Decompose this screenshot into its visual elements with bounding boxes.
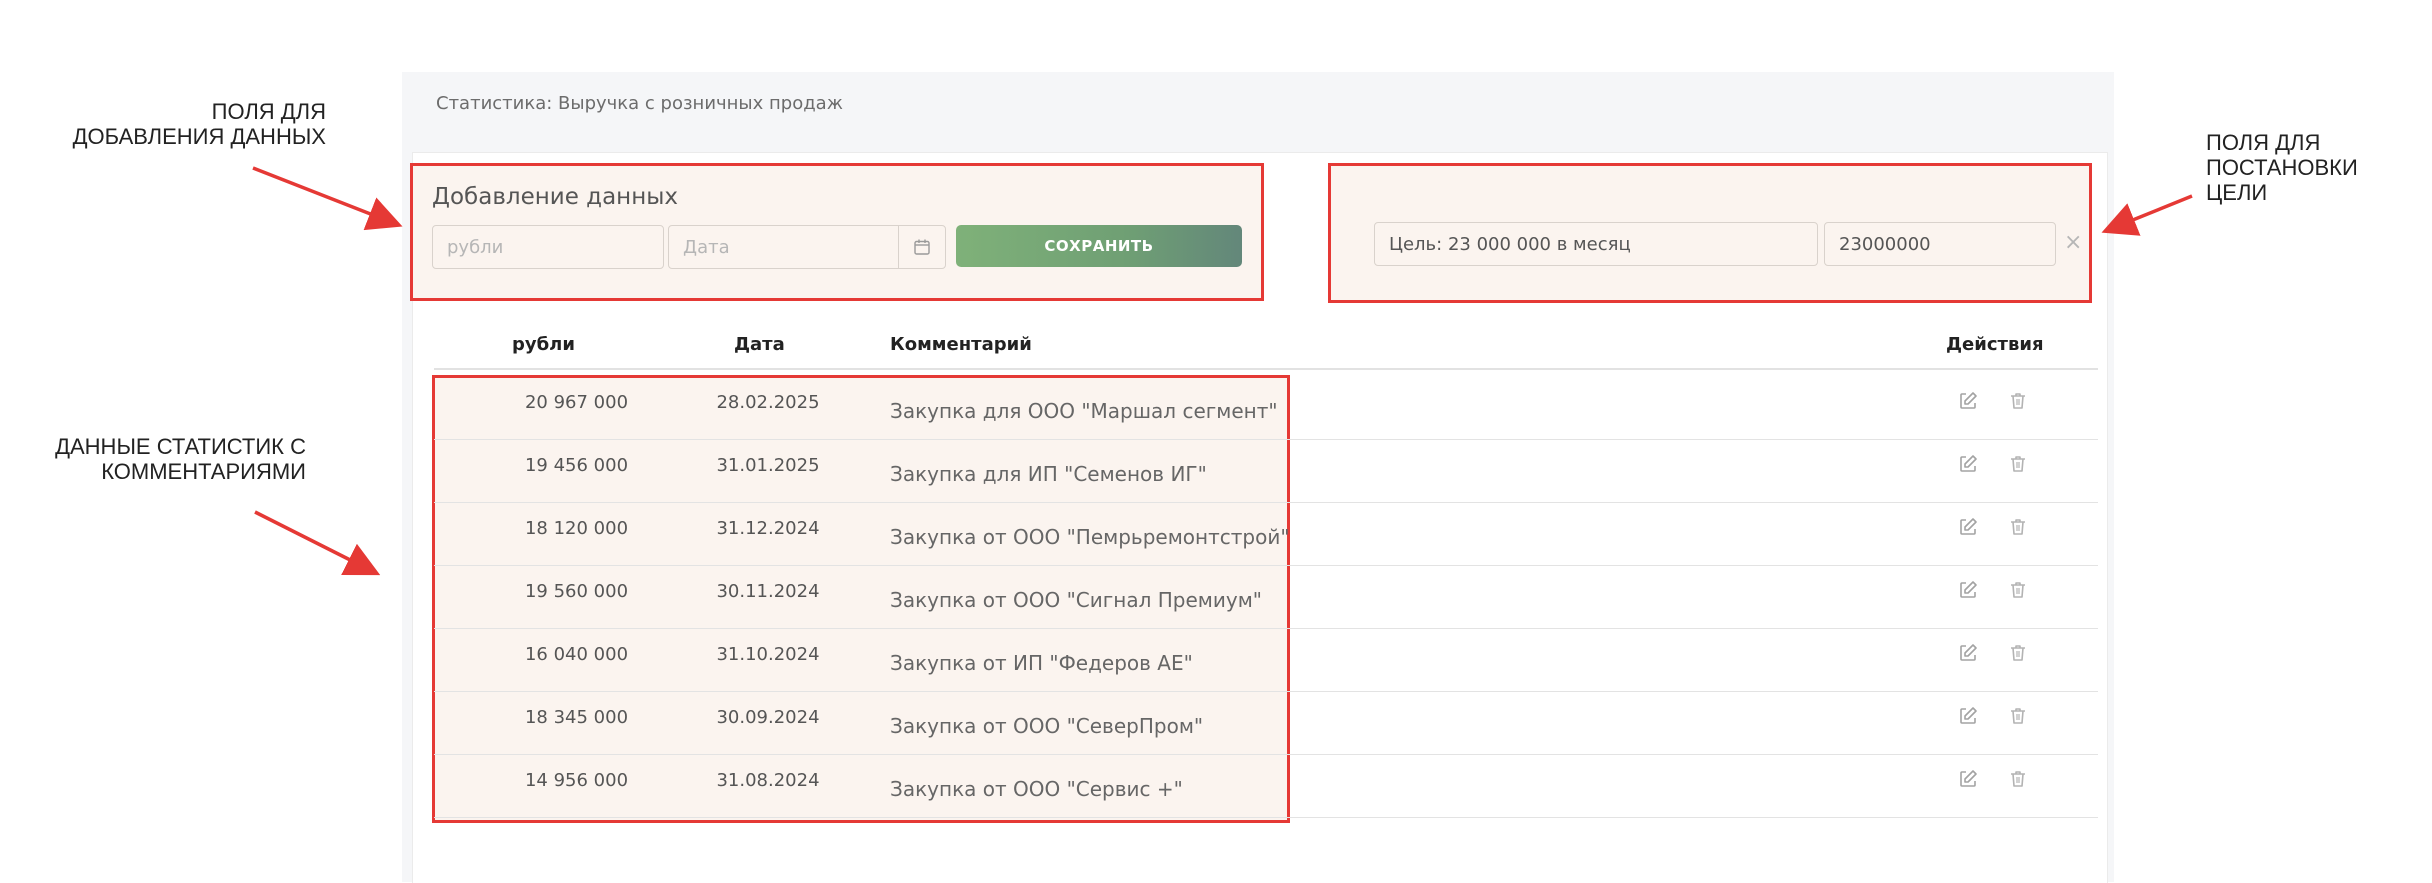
arrow-to-add-fields xyxy=(252,166,403,231)
arrow-to-goal-fields xyxy=(2101,194,2193,236)
annotation-arrows xyxy=(252,166,2193,576)
arrow-to-stats-data xyxy=(254,510,381,576)
